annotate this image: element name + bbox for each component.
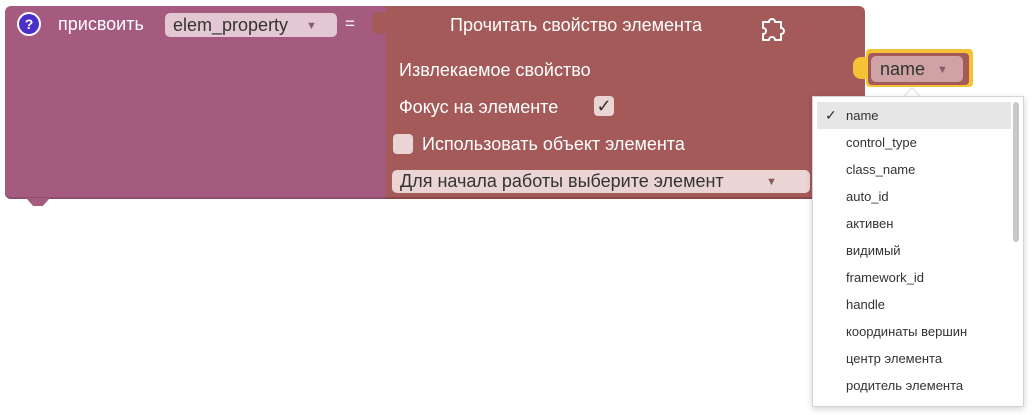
focus-label: Фокус на элементе <box>399 97 559 117</box>
use-object-label: Использовать объект элемента <box>422 134 685 154</box>
dropdown-item[interactable]: видимый <box>817 237 1011 264</box>
variable-name: elem_property <box>173 15 289 35</box>
help-icon[interactable]: ? <box>17 12 41 36</box>
dropdown-item[interactable]: class_name <box>817 156 1011 183</box>
dropdown-item-label: центр элемента <box>846 351 943 366</box>
property-dropdown-menu[interactable]: ✓ name control_type class_name auto_id активе… <box>812 96 1024 407</box>
focus-checkbox[interactable]: ✓ <box>594 96 614 116</box>
dropdown-item[interactable]: control_type <box>817 129 1011 156</box>
dropdown-item[interactable]: auto_id <box>817 183 1011 210</box>
dropdown-item-label: control_type <box>846 135 917 150</box>
checkmark-icon: ✓ <box>825 107 837 123</box>
dropdown-item-label: родитель элемента <box>846 378 964 393</box>
dropdown-item-label: активен <box>846 216 894 231</box>
dropdown-item[interactable]: центр элемента <box>817 345 1011 372</box>
dropdown-item[interactable]: родитель элемента <box>817 372 1011 399</box>
dropdown-list: ✓ name control_type class_name auto_id активе… <box>817 102 1011 399</box>
chevron-down-icon: ▼ <box>306 20 317 32</box>
help-icon-glyph: ? <box>19 14 39 34</box>
dropdown-item-label: handle <box>846 297 886 312</box>
element-select-dropdown[interactable]: Для начала работы выберите элемент ▼ <box>392 170 810 193</box>
block-next-connector <box>26 198 50 206</box>
dropdown-item-label: видимый <box>846 243 901 258</box>
dropdown-item-label: class_name <box>846 162 916 177</box>
dropdown-item-label: auto_id <box>846 189 889 204</box>
dropdown-item-label: name <box>846 108 879 123</box>
dropdown-item-label: координаты вершин <box>846 324 968 339</box>
set-label: присвоить <box>58 14 144 34</box>
variable-dropdown[interactable]: elem_property ▼ <box>165 13 337 37</box>
element-select-text: Для начала работы выберите элемент <box>400 171 724 191</box>
equals-label: = <box>345 14 355 33</box>
puzzle-icon[interactable] <box>758 13 788 43</box>
property-label: Извлекаемое свойство <box>399 60 591 80</box>
dropdown-item[interactable]: handle <box>817 291 1011 318</box>
property-value-dropdown[interactable]: name ▼ <box>871 56 963 82</box>
dropdown-scrollbar[interactable] <box>1013 102 1019 242</box>
chevron-down-icon: ▼ <box>766 176 777 188</box>
dropdown-item[interactable]: активен <box>817 210 1011 237</box>
dropdown-item-label: framework_id <box>846 270 925 285</box>
read-block-title: Прочитать свойство элемента <box>450 15 702 35</box>
use-object-checkbox[interactable] <box>393 134 413 154</box>
property-value: name <box>880 59 926 79</box>
dropdown-item[interactable]: координаты вершин <box>817 318 1011 345</box>
chevron-down-icon: ▼ <box>937 64 948 76</box>
dropdown-item[interactable]: ✓ name <box>817 102 1011 129</box>
dropdown-item[interactable]: framework_id <box>817 264 1011 291</box>
